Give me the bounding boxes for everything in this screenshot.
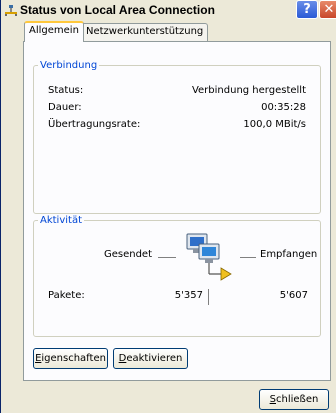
tab-netzwerkunterstuetzung[interactable]: Netzwerkunterstützung [81,23,209,41]
tab-label: Netzwerkunterstützung [86,26,204,37]
title-bar[interactable]: Status von Local Area Connection ? ✕ [1,0,336,20]
sent-label: Gesendet [103,249,152,260]
tab-allgemein[interactable]: Allgemein [24,21,84,42]
network-computers-icon [186,233,232,281]
help-button[interactable]: ? [296,0,318,19]
duration-value: 00:35:28 [261,102,306,113]
packets-sent-value: 5'357 [174,290,203,301]
connection-group-label: Verbindung [40,60,98,71]
deactivate-button[interactable]: Deaktivieren [113,348,188,369]
duration-label: Dauer: [48,102,82,113]
speed-value: 100,0 MBit/s [243,119,306,130]
received-label: Empfangen [260,249,318,260]
network-connection-icon [5,5,17,16]
deactivate-label: eaktivieren [126,353,183,364]
tab-panel: Verbindung Status: Verbindung hergestell… [23,41,331,381]
packets-divider [208,289,209,305]
activity-group-label: Aktivität [40,215,82,226]
packets-label: Pakete: [48,290,85,301]
connection-group: Verbindung Status: Verbindung hergestell… [33,60,321,214]
close-label: chließen [276,394,319,405]
close-button[interactable]: Schließen [259,389,329,410]
status-value: Verbindung hergestellt [191,85,306,96]
sent-line [158,257,176,258]
status-label: Status: [48,85,84,96]
tab-label: Allgemein [29,25,79,36]
properties-button[interactable]: Eigenschaften [33,348,108,369]
speed-label: Übertragungsrate: [48,119,141,130]
packets-received-value: 5'607 [279,290,308,301]
properties-label: igenschaften [41,353,106,364]
window-title: Status von Local Area Connection [20,3,215,17]
activity-group: Aktivität Gesendet Empfangen Pakete: 5'3… [33,215,321,337]
received-line [240,257,256,258]
status-dialog: Status von Local Area Connection ? ✕ All… [0,0,336,413]
close-window-button[interactable]: ✕ [319,0,336,19]
